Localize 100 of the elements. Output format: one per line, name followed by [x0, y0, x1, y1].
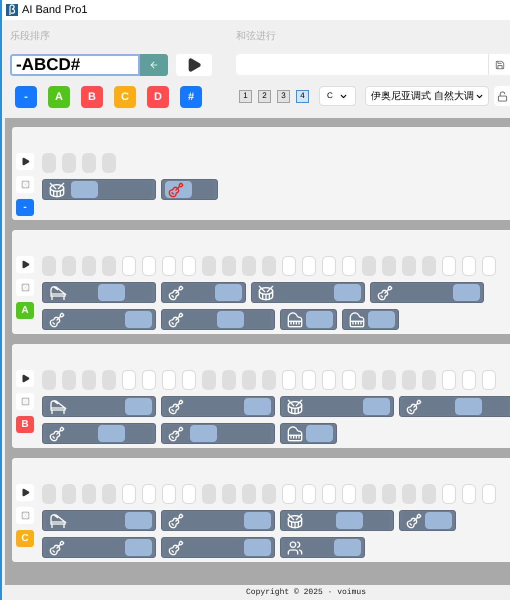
slider-thumb[interactable]	[244, 512, 271, 529]
track-chip[interactable]	[42, 423, 156, 444]
beat-cell[interactable]	[142, 484, 156, 504]
track-chip[interactable]	[161, 423, 275, 444]
beat-cell[interactable]	[342, 370, 356, 390]
beat-cell[interactable]	[282, 370, 296, 390]
beat-cell[interactable]	[462, 256, 476, 276]
track-chip[interactable]	[370, 282, 484, 303]
track-chip[interactable]	[161, 537, 275, 558]
play-button[interactable]	[176, 54, 212, 76]
beat-cell[interactable]	[462, 370, 476, 390]
track-chip[interactable]	[161, 309, 275, 330]
slider-thumb[interactable]	[244, 539, 271, 556]
track-chip[interactable]	[42, 282, 156, 303]
beat-cell[interactable]	[142, 370, 156, 390]
slider-thumb[interactable]	[215, 284, 242, 301]
beat-cell[interactable]	[442, 370, 456, 390]
section-button[interactable]: #	[180, 86, 202, 108]
lock-button[interactable]	[494, 86, 510, 106]
beat-cell[interactable]	[322, 256, 336, 276]
beat-cell[interactable]	[342, 256, 356, 276]
track-chip[interactable]	[280, 510, 394, 531]
section-button[interactable]: -	[15, 86, 37, 108]
play-button[interactable]	[16, 484, 34, 501]
track-chip[interactable]	[342, 309, 399, 330]
slider-thumb[interactable]	[425, 512, 452, 529]
slider-thumb[interactable]	[306, 311, 333, 328]
track-chip[interactable]	[280, 423, 337, 444]
beat-cell[interactable]	[142, 256, 156, 276]
slider-thumb[interactable]	[368, 311, 395, 328]
slider-thumb[interactable]	[98, 425, 126, 442]
slider-thumb[interactable]	[244, 398, 271, 415]
play-button[interactable]	[16, 370, 34, 387]
slider-thumb[interactable]	[336, 512, 364, 529]
arrangement-input[interactable]: -ABCD#	[10, 54, 140, 76]
dice-button[interactable]	[16, 176, 34, 193]
slider-thumb[interactable]	[306, 425, 333, 442]
beat-cell[interactable]	[282, 484, 296, 504]
dice-button[interactable]	[16, 279, 34, 296]
beat-cell[interactable]	[122, 256, 136, 276]
key-select[interactable]: C	[319, 86, 356, 106]
beat-cell[interactable]	[462, 484, 476, 504]
slider-thumb[interactable]	[455, 398, 482, 415]
beat-cell[interactable]	[182, 370, 196, 390]
page-button[interactable]: 4	[296, 90, 309, 102]
beat-cell[interactable]	[162, 256, 176, 276]
beat-cell[interactable]	[182, 484, 196, 504]
apply-button[interactable]	[140, 54, 168, 76]
track-chip[interactable]	[42, 309, 156, 330]
beat-cell[interactable]	[282, 256, 296, 276]
dice-button[interactable]	[16, 507, 34, 524]
slider-thumb[interactable]	[125, 512, 152, 529]
slider-thumb[interactable]	[125, 398, 152, 415]
beat-cell[interactable]	[122, 370, 136, 390]
beat-cell[interactable]	[322, 484, 336, 504]
play-button[interactable]	[16, 153, 34, 170]
track-chip[interactable]	[42, 510, 156, 531]
page-button[interactable]: 1	[239, 90, 252, 102]
track-chip[interactable]	[161, 179, 218, 200]
beat-cell[interactable]	[182, 256, 196, 276]
beat-cell[interactable]	[442, 256, 456, 276]
dice-button[interactable]	[16, 393, 34, 410]
save-button[interactable]	[488, 54, 510, 75]
track-chip[interactable]	[280, 396, 394, 417]
track-chip[interactable]	[280, 537, 365, 558]
slider-thumb[interactable]	[71, 181, 98, 198]
slider-thumb[interactable]	[334, 539, 361, 556]
slider-thumb[interactable]	[98, 284, 126, 301]
beat-cell[interactable]	[482, 370, 496, 390]
track-chip[interactable]	[42, 537, 156, 558]
slider-thumb[interactable]	[453, 284, 480, 301]
play-button[interactable]	[16, 256, 34, 273]
page-button[interactable]: 3	[277, 90, 290, 102]
slider-thumb[interactable]	[125, 311, 152, 328]
track-chip[interactable]	[399, 510, 456, 531]
beat-cell[interactable]	[482, 484, 496, 504]
beat-cell[interactable]	[442, 484, 456, 504]
track-chip[interactable]	[399, 396, 510, 417]
track-chip[interactable]	[161, 510, 275, 531]
track-chip[interactable]	[280, 309, 337, 330]
beat-cell[interactable]	[302, 256, 316, 276]
beat-cell[interactable]	[162, 370, 176, 390]
track-chip[interactable]	[161, 282, 246, 303]
slider-thumb[interactable]	[217, 311, 244, 328]
track-chip[interactable]	[42, 396, 156, 417]
slider-thumb[interactable]	[125, 539, 152, 556]
page-button[interactable]: 2	[258, 90, 271, 102]
beat-cell[interactable]	[162, 484, 176, 504]
slider-thumb[interactable]	[363, 398, 390, 415]
slider-thumb[interactable]	[190, 425, 218, 442]
slider-thumb[interactable]	[334, 284, 361, 301]
beat-cell[interactable]	[122, 484, 136, 504]
track-chip[interactable]	[251, 282, 365, 303]
beat-cell[interactable]	[302, 484, 316, 504]
beat-cell[interactable]	[482, 256, 496, 276]
track-chip[interactable]	[161, 396, 275, 417]
beat-cell[interactable]	[322, 370, 336, 390]
track-chip[interactable]	[42, 179, 156, 200]
progression-input[interactable]	[236, 54, 488, 75]
beat-cell[interactable]	[302, 370, 316, 390]
